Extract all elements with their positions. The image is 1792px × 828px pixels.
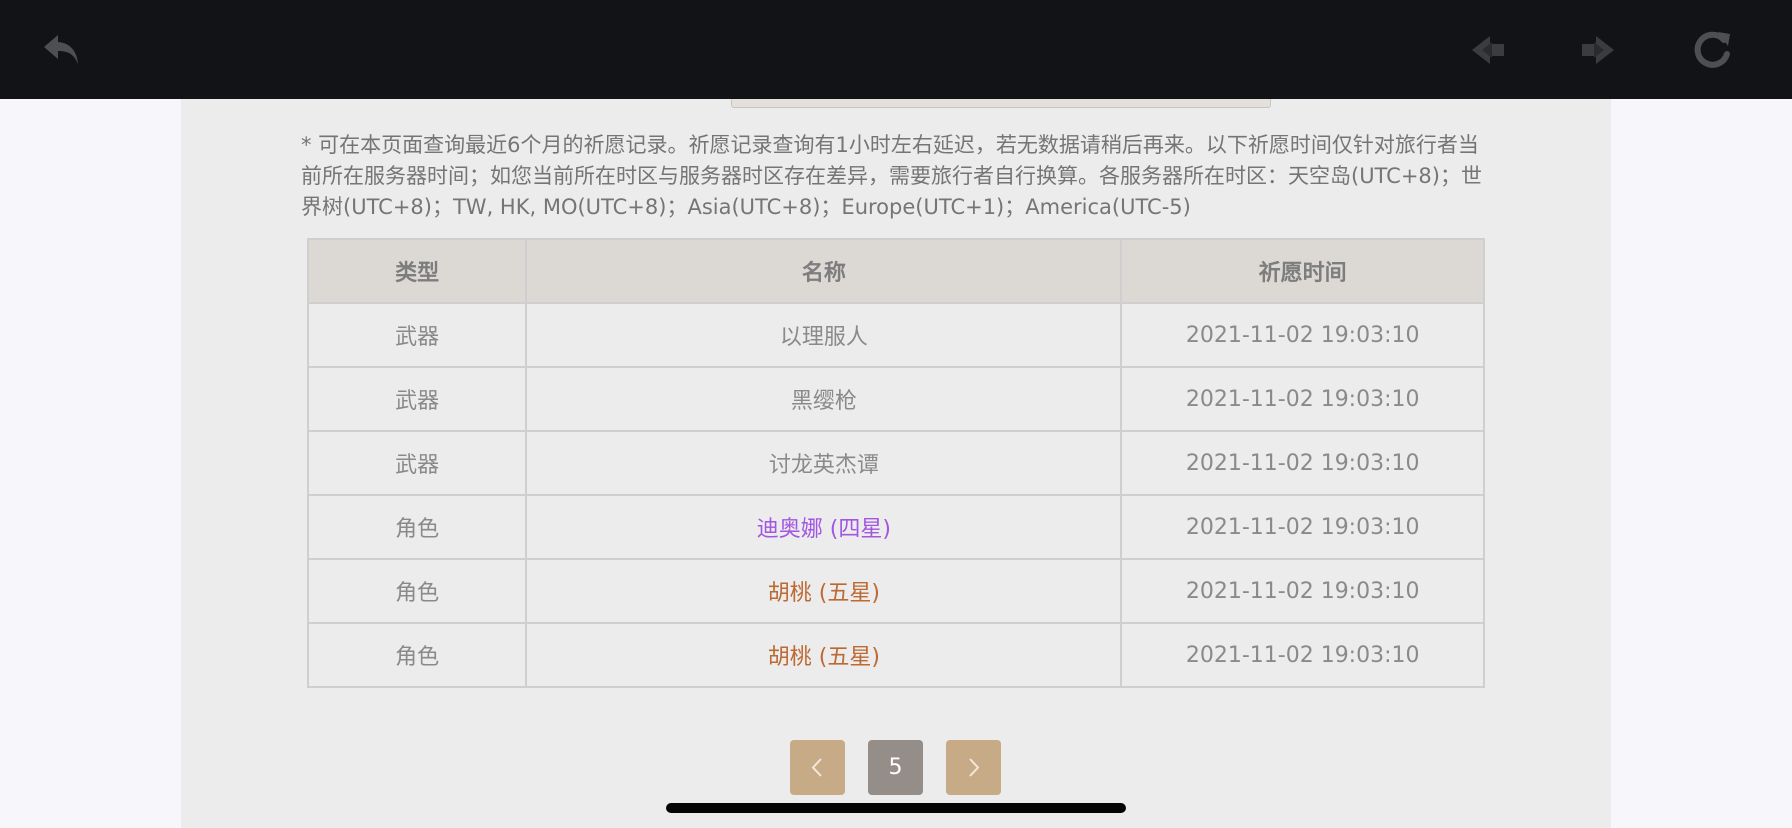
cell-type: 角色 (306, 558, 528, 624)
prev-page-button[interactable] (790, 740, 845, 795)
chevron-right-icon (946, 740, 1001, 795)
table-row: 武器 以理服人 2021-11-02 19:03:10 (306, 302, 1485, 368)
next-page-button[interactable] (946, 740, 1001, 795)
cell-time: 2021-11-02 19:03:10 (1120, 302, 1485, 368)
cell-name: 胡桃 (五星) (525, 558, 1123, 624)
cell-type: 武器 (306, 430, 528, 496)
arrow-left-icon[interactable] (1464, 26, 1512, 74)
table-row: 武器 讨龙英杰谭 2021-11-02 19:03:10 (306, 430, 1485, 496)
cell-time: 2021-11-02 19:03:10 (1120, 622, 1485, 688)
table-row: 角色 胡桃 (五星) 2021-11-02 19:03:10 (306, 558, 1485, 624)
current-page-button[interactable]: 5 (868, 740, 923, 795)
wish-history-panel: * 可在本页面查询最近6个月的祈愿记录。祈愿记录查询有1小时左右延迟，若无数据请… (181, 99, 1611, 828)
cell-type: 角色 (306, 622, 528, 688)
cell-type: 武器 (306, 366, 528, 432)
cell-time: 2021-11-02 19:03:10 (1120, 494, 1485, 560)
cell-time: 2021-11-02 19:03:10 (1120, 558, 1485, 624)
header-type: 类型 (306, 238, 528, 304)
table-row: 角色 胡桃 (五星) 2021-11-02 19:03:10 (306, 622, 1485, 688)
reload-icon[interactable] (1688, 26, 1736, 74)
cell-name: 迪奥娜 (四星) (525, 494, 1123, 560)
cell-name: 黑缨枪 (525, 366, 1123, 432)
cell-time: 2021-11-02 19:03:10 (1120, 430, 1485, 496)
cell-type: 武器 (306, 302, 528, 368)
chevron-left-icon (790, 740, 845, 795)
cell-time: 2021-11-02 19:03:10 (1120, 366, 1485, 432)
cell-name: 讨龙英杰谭 (525, 430, 1123, 496)
cell-name: 以理服人 (525, 302, 1123, 368)
home-indicator (666, 803, 1126, 813)
notice-text: * 可在本页面查询最近6个月的祈愿记录。祈愿记录查询有1小时左右延迟，若无数据请… (301, 133, 1482, 219)
header-time: 祈愿时间 (1120, 238, 1485, 304)
arrow-right-icon[interactable] (1574, 26, 1622, 74)
cell-type: 角色 (306, 494, 528, 560)
wish-records-table: 类型 名称 祈愿时间 武器 以理服人 2021-11-02 19:03:10 武… (306, 238, 1485, 688)
undo-arrow-icon[interactable] (38, 26, 86, 74)
table-header-row: 类型 名称 祈愿时间 (306, 238, 1485, 304)
table-row: 角色 迪奥娜 (四星) 2021-11-02 19:03:10 (306, 494, 1485, 560)
cell-name: 胡桃 (五星) (525, 622, 1123, 688)
table-row: 武器 黑缨枪 2021-11-02 19:03:10 (306, 366, 1485, 432)
browser-toolbar (0, 0, 1792, 99)
panel-tab-edge (731, 99, 1271, 108)
header-name: 名称 (525, 238, 1123, 304)
